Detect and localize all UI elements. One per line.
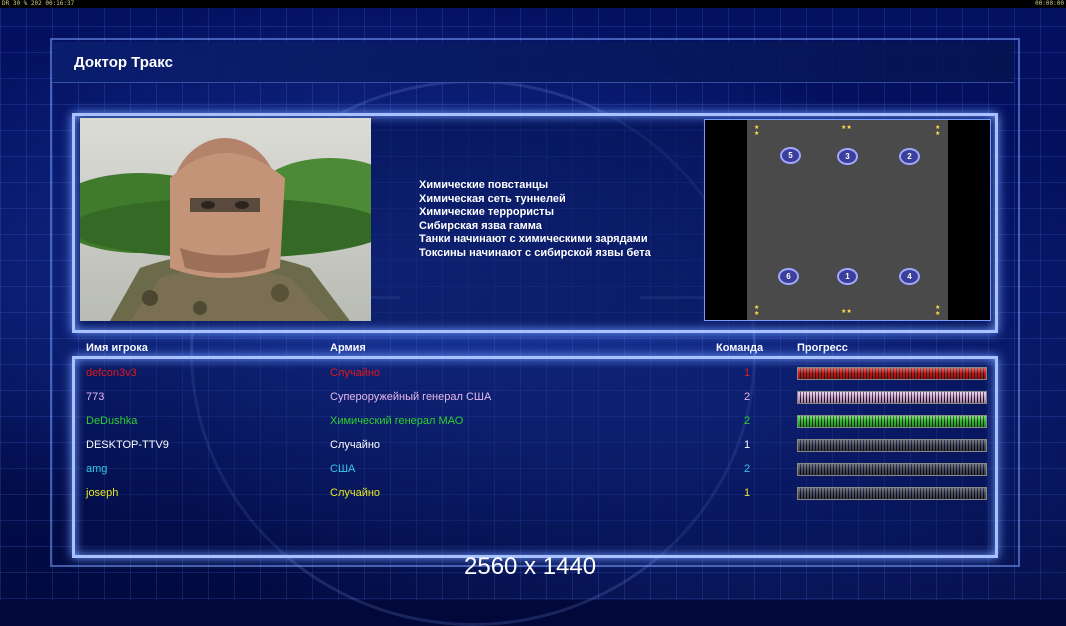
player-army: Случайно — [330, 487, 381, 499]
header-progress: Прогресс — [797, 342, 848, 354]
ability-line: Токсины начинают с сибирской язвы бета — [419, 246, 651, 259]
map-preview: ★ ★ ★★ ★ ★ ★ ★ ★★ ★ ★ 5 3 2 6 1 4 — [704, 119, 991, 321]
player-progress-bar — [797, 391, 987, 404]
player-army: США — [330, 463, 356, 475]
map-marker: ★★ — [754, 305, 760, 317]
status-bar: DR 30 % 202 00:16:37 00:00:00 — [0, 0, 1066, 8]
general-abilities: Химические повстанцы Химическая сеть тун… — [419, 179, 651, 260]
start-slot-1[interactable]: 1 — [837, 268, 858, 285]
player-progress-bar — [797, 439, 987, 452]
player-name: 773 — [86, 391, 105, 403]
player-name: DeDushka — [86, 415, 138, 427]
player-army: Супероружейный генерал США — [330, 391, 492, 403]
player-team: 2 — [743, 391, 751, 403]
start-slot-5[interactable]: 5 — [780, 147, 801, 164]
header-player-name: Имя игрока — [86, 342, 148, 354]
resolution-label: 2560 x 1440 — [464, 553, 597, 580]
start-slot-6[interactable]: 6 — [778, 268, 799, 285]
player-army: Случайно — [330, 367, 381, 379]
players-panel — [72, 356, 998, 558]
ability-line: Сибирская язва гамма — [419, 219, 542, 232]
ability-line: Танки начинают с химическими зарядами — [419, 233, 648, 245]
player-progress-bar — [797, 367, 987, 380]
map-marker: ★★ — [754, 125, 760, 137]
player-progress-bar — [797, 415, 987, 428]
map-marker: ★★ — [841, 125, 852, 131]
start-slot-3[interactable]: 3 — [837, 148, 858, 165]
player-name: joseph — [86, 487, 119, 499]
ability-line: Химические террористы — [419, 206, 554, 218]
header-army: Армия — [330, 342, 366, 354]
general-portrait — [80, 118, 371, 321]
player-name: defcon3v3 — [86, 367, 137, 379]
ability-line: Химические повстанцы — [419, 179, 549, 191]
status-left: DR 30 % 202 00:16:37 — [2, 0, 75, 7]
map-marker: ★★ — [841, 309, 852, 315]
ability-line: Химическая сеть туннелей — [419, 192, 566, 205]
start-slot-2[interactable]: 2 — [899, 148, 920, 165]
player-team: 1 — [743, 439, 751, 451]
map-marker: ★★ — [935, 305, 941, 317]
title-bar — [52, 42, 1014, 83]
player-team: 1 — [743, 367, 751, 379]
player-name: DESKTOP-TTV9 — [86, 439, 169, 451]
player-team: 2 — [743, 415, 751, 427]
status-clock: 00:00:00 — [1035, 0, 1064, 7]
player-army: Случайно — [330, 439, 381, 451]
header-team: Команда — [716, 342, 764, 354]
general-name: Доктор Тракс — [74, 54, 173, 71]
player-army: Химический генерал МАО — [330, 415, 464, 427]
player-progress-bar — [797, 463, 987, 476]
player-progress-bar — [797, 487, 987, 500]
player-team: 1 — [743, 487, 751, 499]
start-slot-4[interactable]: 4 — [899, 268, 920, 285]
map-marker: ★★ — [935, 125, 941, 137]
player-name: amg — [86, 463, 108, 475]
player-team: 2 — [743, 463, 751, 475]
